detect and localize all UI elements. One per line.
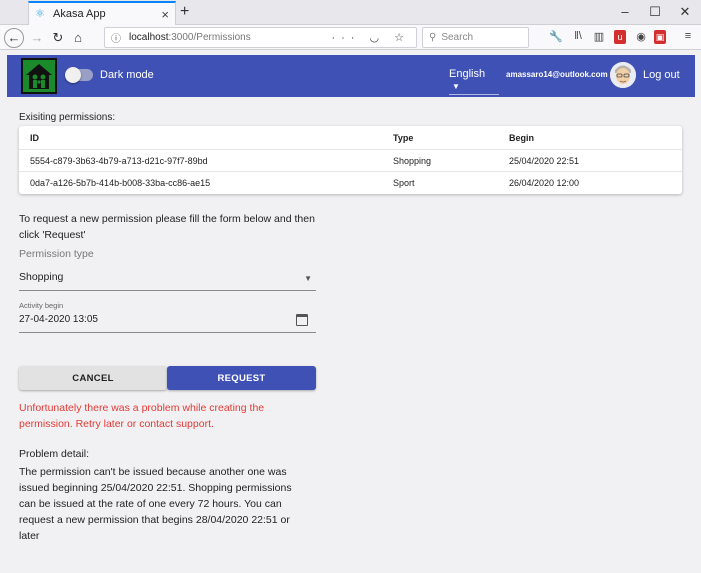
minimize-icon[interactable]: – bbox=[615, 4, 635, 19]
form-intro: To request a new permission please fill … bbox=[19, 213, 315, 241]
table-header-row: ID Type Begin bbox=[19, 126, 682, 150]
tab-title: Akasa App bbox=[53, 8, 106, 20]
language-value: English bbox=[449, 68, 486, 80]
table-row[interactable]: 0da7-a126-5b7b-414b-b008-33ba-cc86-ae15 … bbox=[19, 172, 682, 194]
permission-begin: 26/04/2020 12:00 bbox=[509, 178, 580, 188]
column-header-begin: Begin bbox=[509, 132, 535, 143]
problem-detail-text: The permission can't be issued because a… bbox=[19, 466, 292, 542]
browser-tab[interactable]: ⚛ Akasa App × bbox=[28, 1, 176, 25]
existing-permissions-title: Exisiting permissions: bbox=[19, 112, 116, 123]
activity-begin-label: Activity begin bbox=[19, 301, 64, 310]
request-button[interactable]: REQUEST bbox=[167, 366, 316, 390]
problem-detail-title: Problem detail: bbox=[19, 448, 90, 460]
account-icon[interactable]: ◉ bbox=[633, 30, 649, 43]
info-icon[interactable]: ⓘ bbox=[111, 30, 121, 45]
avatar[interactable] bbox=[610, 62, 636, 88]
column-header-type: Type bbox=[393, 132, 414, 143]
user-email: amassaro14@outlook.com bbox=[506, 70, 608, 79]
chevron-down-icon: ▼ bbox=[304, 274, 312, 283]
permissions-table: ID Type Begin 5554-c879-3b63-4b79-a713-d… bbox=[19, 126, 682, 194]
wrench-icon[interactable]: 🔧 bbox=[548, 30, 564, 43]
permission-type: Sport bbox=[393, 178, 415, 188]
permission-type: Shopping bbox=[393, 155, 432, 166]
user-avatar-icon bbox=[610, 62, 636, 88]
browser-tabbar: ⚛ Akasa App × + – ☐ ✕ bbox=[0, 0, 701, 25]
table-row[interactable]: 5554-c879-3b63-4b79-a713-d21c-97f7-89bd … bbox=[19, 150, 682, 172]
window-close-icon[interactable]: ✕ bbox=[675, 4, 695, 20]
dark-mode-label: Dark mode bbox=[100, 69, 154, 81]
menu-icon[interactable]: ≡ bbox=[680, 30, 696, 42]
logout-button[interactable]: Log out bbox=[643, 69, 680, 81]
app-header: Dark mode English ▼ amassaro14@outlook.c… bbox=[7, 55, 695, 97]
cancel-button[interactable]: CANCEL bbox=[19, 366, 167, 390]
url-bar[interactable]: ⓘ localhost :3000/Permissions ··· ◡ ☆ bbox=[104, 27, 417, 48]
permission-type-select[interactable]: Shopping ▼ bbox=[19, 271, 316, 291]
permission-id: 5554-c879-3b63-4b79-a713-d21c-97f7-89bd bbox=[30, 155, 208, 166]
house-family-icon bbox=[26, 64, 52, 89]
permission-begin: 25/04/2020 22:51 bbox=[509, 155, 580, 166]
extension-icon[interactable]: ▣ bbox=[654, 30, 666, 44]
library-icon[interactable]: ‖\ bbox=[570, 30, 586, 42]
react-icon: ⚛ bbox=[35, 8, 45, 20]
column-header-id: ID bbox=[30, 132, 39, 143]
permission-type-value: Shopping bbox=[19, 271, 64, 283]
activity-begin-field[interactable]: 27-04-2020 13:05 bbox=[19, 314, 316, 333]
error-message: Unfortunately there was a problem while … bbox=[19, 402, 265, 430]
search-icon: ⚲ bbox=[429, 32, 437, 43]
sidebar-icon[interactable]: ▥ bbox=[591, 30, 607, 43]
language-select[interactable]: English ▼ bbox=[449, 68, 499, 95]
page-action-icons[interactable]: ··· ◡ ☆ bbox=[331, 31, 410, 44]
home-icon[interactable]: ⌂ bbox=[68, 28, 88, 48]
permission-type-label: Permission type bbox=[19, 248, 94, 260]
search-placeholder: Search bbox=[441, 32, 474, 43]
ublock-icon[interactable]: u bbox=[614, 30, 626, 44]
url-host: localhost bbox=[129, 32, 169, 43]
new-tab-icon[interactable]: + bbox=[180, 3, 189, 21]
back-icon[interactable]: ← bbox=[4, 28, 24, 48]
reload-icon[interactable]: ↻ bbox=[48, 28, 68, 48]
toggle-knob bbox=[65, 67, 81, 83]
activity-begin-value: 27-04-2020 13:05 bbox=[19, 314, 98, 325]
caret-down-icon: ▼ bbox=[452, 82, 460, 91]
permission-id: 0da7-a126-5b7b-414b-b008-33ba-cc86-ae15 bbox=[30, 178, 211, 188]
browser-navbar: ← → ↻ ⌂ ⓘ localhost :3000/Permissions ··… bbox=[0, 25, 701, 50]
maximize-icon[interactable]: ☐ bbox=[645, 4, 665, 20]
search-input[interactable]: ⚲ Search bbox=[422, 27, 529, 48]
forward-icon[interactable]: → bbox=[27, 28, 47, 48]
app-logo bbox=[21, 58, 57, 94]
dark-mode-toggle[interactable] bbox=[65, 67, 93, 83]
url-path: :3000/Permissions bbox=[168, 32, 251, 43]
calendar-icon[interactable] bbox=[296, 314, 308, 326]
close-tab-icon[interactable]: × bbox=[161, 7, 169, 22]
